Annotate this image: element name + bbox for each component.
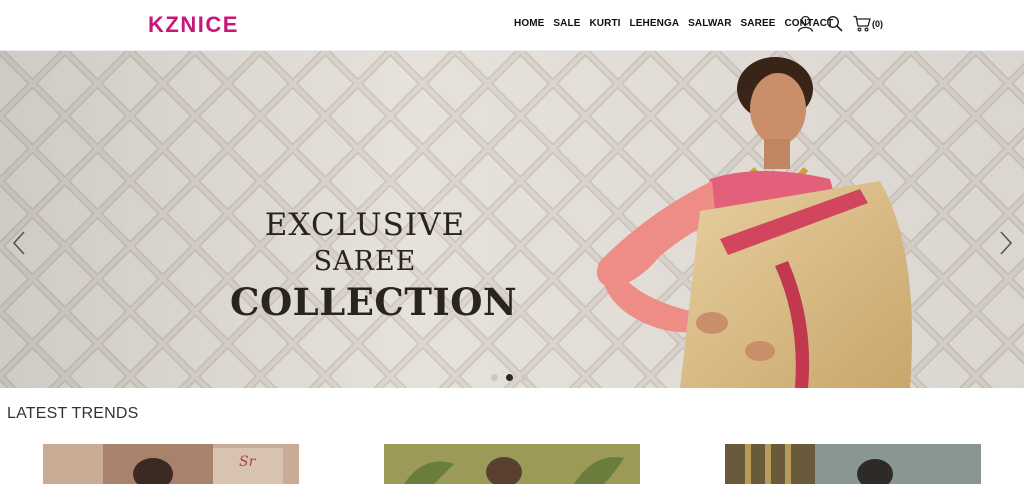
nav-home[interactable]: HOME — [514, 18, 544, 29]
cart-count: (0) — [872, 18, 883, 29]
latest-trends-heading: LATEST TRENDS — [7, 405, 139, 422]
slide-dot-3[interactable] — [521, 374, 528, 381]
cart-button[interactable]: (0) — [853, 15, 883, 32]
main-nav: HOME SALE KURTI LEHENGA SALWAR SAREE CON… — [514, 18, 842, 29]
site-header: KZNICE HOME SALE KURTI LEHENGA SALWAR SA… — [0, 0, 1024, 51]
product-image-1: Sr — [43, 444, 299, 484]
hero-caption: EXCLUSIVE SAREE COLLECTION — [230, 206, 518, 324]
cart-icon — [853, 15, 871, 32]
hero-slider: EXCLUSIVE SAREE COLLECTION — [0, 51, 1024, 388]
product-image-2 — [384, 444, 640, 484]
next-slide-arrow-icon[interactable] — [996, 229, 1016, 257]
prev-slide-arrow-icon[interactable] — [9, 229, 29, 257]
product-card-1[interactable]: Sr — [43, 444, 299, 484]
hero-line-saree: SAREE — [313, 246, 417, 277]
svg-text:Sr: Sr — [239, 454, 257, 470]
slider-dots — [491, 374, 528, 381]
header-icons: (0) — [797, 15, 883, 32]
site-logo[interactable]: KZNICE — [148, 12, 239, 38]
slide-dot-2[interactable] — [506, 374, 513, 381]
hero-line-exclusive: EXCLUSIVE — [264, 207, 466, 243]
product-image-3 — [725, 444, 981, 484]
nav-lehenga[interactable]: LEHENGA — [630, 18, 680, 29]
user-icon[interactable] — [797, 15, 814, 32]
nav-sale[interactable]: SALE — [553, 18, 580, 29]
nav-kurti[interactable]: KURTI — [589, 18, 620, 29]
hero-line-collection: COLLECTION — [230, 280, 518, 324]
product-card-2[interactable] — [384, 444, 640, 484]
search-icon[interactable] — [826, 15, 843, 32]
hero-background-image — [0, 51, 1024, 388]
nav-saree[interactable]: SAREE — [741, 18, 776, 29]
product-card-3[interactable] — [725, 444, 981, 484]
nav-salwar[interactable]: SALWAR — [688, 18, 731, 29]
slide-dot-1[interactable] — [491, 374, 498, 381]
